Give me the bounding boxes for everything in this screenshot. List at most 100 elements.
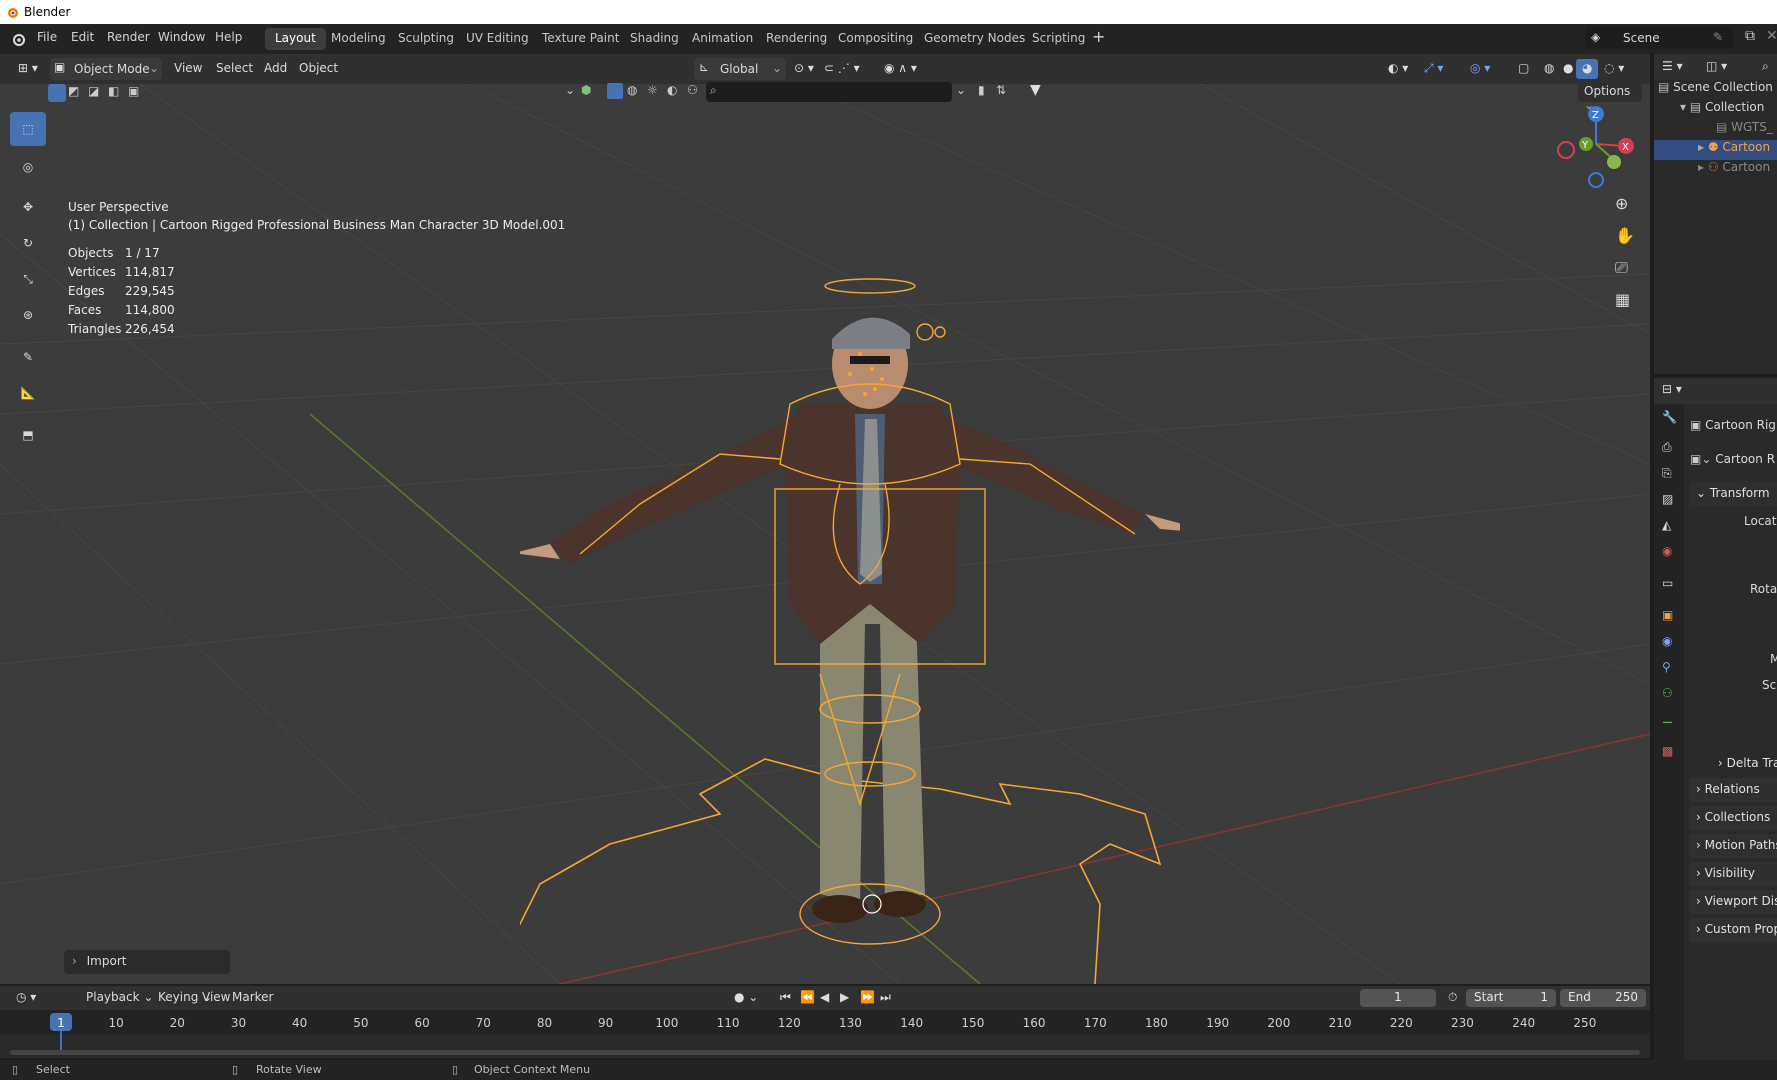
panel-delta-transform[interactable]: › Delta Tra	[1712, 752, 1777, 776]
menu-marker[interactable]: Marker	[226, 988, 279, 1008]
transform-tool-icon[interactable]: ⊛	[10, 298, 46, 332]
visibility-icon[interactable]: ◐ ▾	[1382, 59, 1414, 79]
bookmark-icon[interactable]: ▮	[978, 83, 985, 97]
filter-funnel-icon[interactable]: ▼	[1030, 82, 1041, 98]
menu-object[interactable]: Object	[293, 59, 344, 79]
light-filter-icon[interactable]: ☼	[647, 83, 658, 97]
render-tab-icon[interactable]: ⎙	[1662, 440, 1672, 455]
gizmo-toggle-icon[interactable]: ⤢ ▾	[1418, 59, 1449, 79]
snap-icon[interactable]: ⊂ ⋰ ▾	[818, 59, 866, 79]
texture-tab-icon[interactable]: ▩	[1662, 744, 1673, 758]
view-layer-tab-icon[interactable]: ▨	[1662, 492, 1673, 506]
play-reverse-icon[interactable]: ◀	[814, 988, 835, 1008]
pin-icon[interactable]: ✎	[1713, 30, 1723, 44]
outliner-item-cartoon[interactable]: ▸ ⚇ Cartoon	[1654, 160, 1777, 180]
modifiers-tab-icon[interactable]: ◉	[1662, 634, 1672, 648]
chevron-down-icon[interactable]: ⌄	[565, 83, 575, 97]
tab-uv-editing[interactable]: UV Editing	[456, 28, 539, 50]
proportional-edit-icon[interactable]: ◉ ∧ ▾	[878, 59, 923, 79]
search-icon[interactable]: ⌕	[1762, 59, 1769, 74]
mesh-filter-icon[interactable]: ◍	[627, 83, 637, 97]
timeline[interactable]: 1 10 20 30 40 50 60 70 80 90 100 110 120 130 140 150 160…	[0, 1010, 1650, 1058]
scale-tool-icon[interactable]: ⤡	[10, 262, 46, 296]
tab-scripting[interactable]: Scripting	[1022, 28, 1095, 50]
menu-file[interactable]: File	[37, 30, 57, 44]
rotate-tool-icon[interactable]: ↻	[10, 226, 46, 260]
chevron-down-icon[interactable]: ⌄	[956, 83, 966, 97]
import-panel[interactable]: › Import	[64, 950, 230, 974]
constraints-tab-icon[interactable]: ⚲	[1662, 660, 1671, 674]
collection-tab-icon[interactable]: ▭	[1662, 576, 1673, 590]
menu-help[interactable]: Help	[215, 30, 242, 44]
material-shading-icon[interactable]: ◕	[1576, 59, 1599, 79]
grid-perspective-icon[interactable]: ▦	[1615, 290, 1630, 309]
panel-visibility[interactable]: › Visibility	[1690, 862, 1777, 886]
mode-dropdown[interactable]: ▣ Object Mode ⌄	[50, 58, 162, 80]
object-name-field[interactable]: ▣ Cartoon Rig	[1690, 418, 1777, 440]
panel-relations[interactable]: › Relations	[1690, 778, 1777, 802]
camera-icon[interactable]: ⎚	[1615, 258, 1628, 278]
panel-collections[interactable]: › Collections	[1690, 806, 1777, 830]
orientation-dropdown[interactable]: ⊾ Global ⌄	[694, 58, 786, 80]
editor-type-icon[interactable]: ☰ ▾	[1662, 59, 1683, 73]
delete-scene-icon[interactable]: ✕	[1766, 28, 1777, 44]
menu-render[interactable]: Render	[107, 30, 150, 44]
jump-end-icon[interactable]: ⏭	[874, 988, 897, 1008]
tab-modeling[interactable]: Modeling	[321, 28, 396, 50]
current-frame-field[interactable]: 1	[1360, 989, 1436, 1007]
new-scene-icon[interactable]: ⧉	[1745, 28, 1755, 44]
cursor-tool-icon[interactable]: ◎	[10, 150, 46, 184]
menu-select[interactable]: Select	[210, 59, 259, 79]
armature-data-tab-icon[interactable]: ⚇	[1662, 686, 1673, 700]
select-box-tool-icon[interactable]: ⬚	[10, 112, 46, 146]
select-intersect-icon[interactable]: ▣	[128, 84, 139, 98]
blender-menu-icon[interactable]	[10, 31, 26, 47]
object-filter-icon[interactable]	[607, 83, 623, 99]
tab-sculpting[interactable]: Sculpting	[388, 28, 464, 50]
output-tab-icon[interactable]: ⎘	[1662, 466, 1672, 481]
tab-texture-paint[interactable]: Texture Paint	[532, 28, 629, 50]
outliner-item-cartoon-selected[interactable]: ▸ ⚉ Cartoon	[1654, 140, 1777, 160]
world-filter-icon[interactable]: ◐	[667, 83, 677, 97]
tab-animation[interactable]: Animation	[682, 28, 763, 50]
measure-tool-icon[interactable]: 📐	[10, 376, 46, 410]
editor-type-icon[interactable]: ⊟ ▾	[1662, 382, 1682, 396]
select-subtract-icon[interactable]: ◪	[88, 84, 99, 98]
world-tab-icon[interactable]: ◉	[1662, 544, 1672, 558]
panel-motion-paths[interactable]: › Motion Paths	[1690, 834, 1777, 858]
sort-icon[interactable]: ⇅	[996, 83, 1006, 97]
3d-viewport[interactable]: User Perspective (1) Collection | Cartoo…	[0, 84, 1650, 984]
xray-icon[interactable]: ▢	[1512, 59, 1535, 79]
pan-hand-icon[interactable]: ✋	[1615, 226, 1635, 245]
collection-filter-icon[interactable]: ⬢	[581, 83, 591, 97]
record-icon[interactable]: ● ⌄	[728, 988, 764, 1008]
rendered-shading-icon[interactable]: ◌ ▾	[1598, 59, 1630, 79]
editor-type-icon[interactable]: ⊞ ▾	[12, 59, 44, 79]
navigation-gizmo[interactable]: Z X Y	[1548, 104, 1644, 194]
zoom-icon[interactable]: ⊕	[1615, 194, 1628, 213]
add-workspace-icon[interactable]: +	[1092, 27, 1105, 46]
scene-tab-icon[interactable]: ◭	[1662, 518, 1671, 532]
panel-custom-properties[interactable]: › Custom Prop	[1690, 918, 1777, 942]
end-frame-field[interactable]: End 250	[1560, 989, 1646, 1007]
tool-tab-icon[interactable]: 🔧	[1662, 410, 1677, 424]
menu-view[interactable]: View	[168, 59, 208, 79]
tab-rendering[interactable]: Rendering	[756, 28, 837, 50]
stopwatch-icon[interactable]: ⏱	[1442, 988, 1463, 1008]
display-mode-icon[interactable]: ◫ ▾	[1706, 59, 1727, 73]
data-name-field[interactable]: ▣⌄ Cartoon R	[1690, 452, 1777, 474]
outliner-item-collection[interactable]: ▾ ▤ Collection	[1654, 100, 1777, 120]
timeline-editor-icon[interactable]: ◷ ▾	[10, 988, 42, 1008]
panel-transform[interactable]: ⌄ Transform	[1690, 482, 1777, 506]
menu-window[interactable]: Window	[158, 30, 205, 44]
timeline-scrollbar[interactable]	[10, 1050, 1640, 1055]
menu-playback[interactable]: Playback ⌄	[80, 988, 159, 1008]
play-icon[interactable]: ▶	[834, 988, 855, 1008]
annotate-tool-icon[interactable]: ✎	[10, 340, 46, 374]
scene-selector[interactable]: ◈ Scene ✎	[1585, 27, 1733, 49]
select-new-icon[interactable]	[48, 84, 66, 102]
outliner-item-scene-collection[interactable]: ▤ Scene Collection	[1654, 80, 1777, 100]
panel-viewport-display[interactable]: › Viewport Dis	[1690, 890, 1777, 914]
object-tab-icon[interactable]: ▣	[1662, 608, 1673, 622]
bone-tab-icon[interactable]: ⚊	[1662, 712, 1673, 726]
